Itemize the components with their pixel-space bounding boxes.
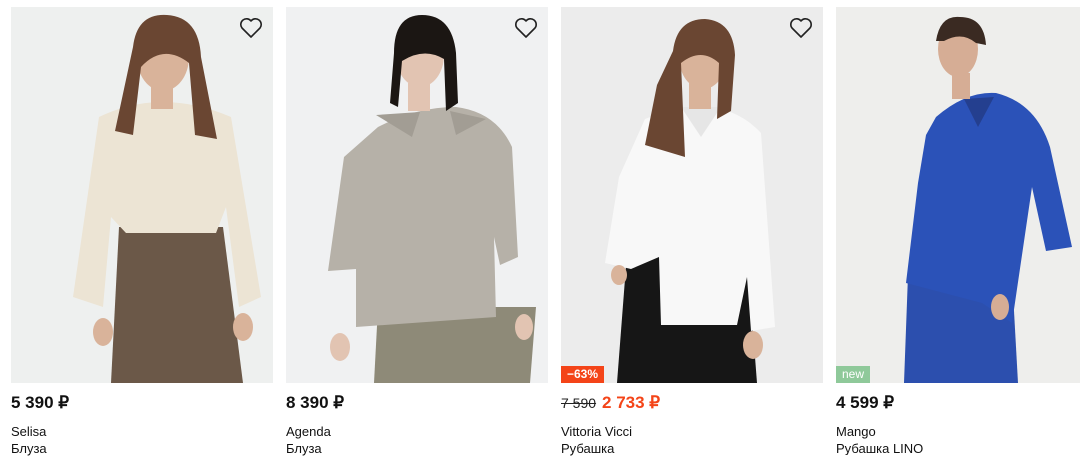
product-type[interactable]: Блуза bbox=[286, 441, 322, 456]
brand-name[interactable]: Agenda bbox=[286, 424, 331, 439]
product-card[interactable]: new 4 599 ₽ Mango Рубашка LINO bbox=[836, 0, 1080, 455]
price: 8 390 ₽ bbox=[286, 393, 345, 412]
price: 5 390 ₽ bbox=[11, 393, 70, 412]
price-row: 8 390 ₽ bbox=[286, 393, 344, 413]
model-image bbox=[11, 7, 273, 383]
price-row: 4 599 ₽ bbox=[836, 393, 894, 413]
old-price: 7 590 bbox=[561, 395, 597, 411]
product-card[interactable]: 8 390 ₽ Agenda Блуза bbox=[286, 0, 548, 456]
price-row: 7 590 2 733 ₽ bbox=[561, 393, 660, 413]
favorite-heart-icon[interactable] bbox=[789, 17, 813, 39]
brand-name[interactable]: Vittoria Vicci bbox=[561, 424, 632, 439]
favorite-heart-icon[interactable] bbox=[239, 17, 263, 39]
brand-name[interactable]: Mango bbox=[836, 424, 876, 439]
product-type[interactable]: Рубашка LINO bbox=[836, 441, 923, 455]
product-type[interactable]: Рубашка bbox=[561, 441, 614, 456]
model-image bbox=[836, 7, 1080, 383]
new-badge: new bbox=[836, 366, 871, 383]
model-image bbox=[286, 7, 548, 383]
product-card[interactable]: −63% 7 590 2 733 ₽ Vittoria Vicci Рубашка bbox=[561, 0, 823, 456]
product-photo[interactable]: new bbox=[836, 7, 1080, 383]
product-grid: 5 390 ₽ Selisa Блуза 8 390 ₽ Agenda Блуз… bbox=[0, 0, 1080, 456]
product-photo[interactable] bbox=[286, 7, 548, 383]
product-type[interactable]: Блуза bbox=[11, 441, 47, 456]
product-photo[interactable] bbox=[11, 7, 273, 383]
discount-badge: −63% bbox=[561, 366, 605, 383]
price-row: 5 390 ₽ bbox=[11, 393, 69, 413]
price: 4 599 ₽ bbox=[836, 393, 895, 412]
model-image bbox=[561, 7, 823, 383]
brand-name[interactable]: Selisa bbox=[11, 424, 46, 439]
sale-price: 2 733 ₽ bbox=[602, 393, 661, 412]
favorite-heart-icon[interactable] bbox=[514, 17, 538, 39]
product-card[interactable]: 5 390 ₽ Selisa Блуза bbox=[11, 0, 273, 456]
product-photo[interactable]: −63% bbox=[561, 7, 823, 383]
